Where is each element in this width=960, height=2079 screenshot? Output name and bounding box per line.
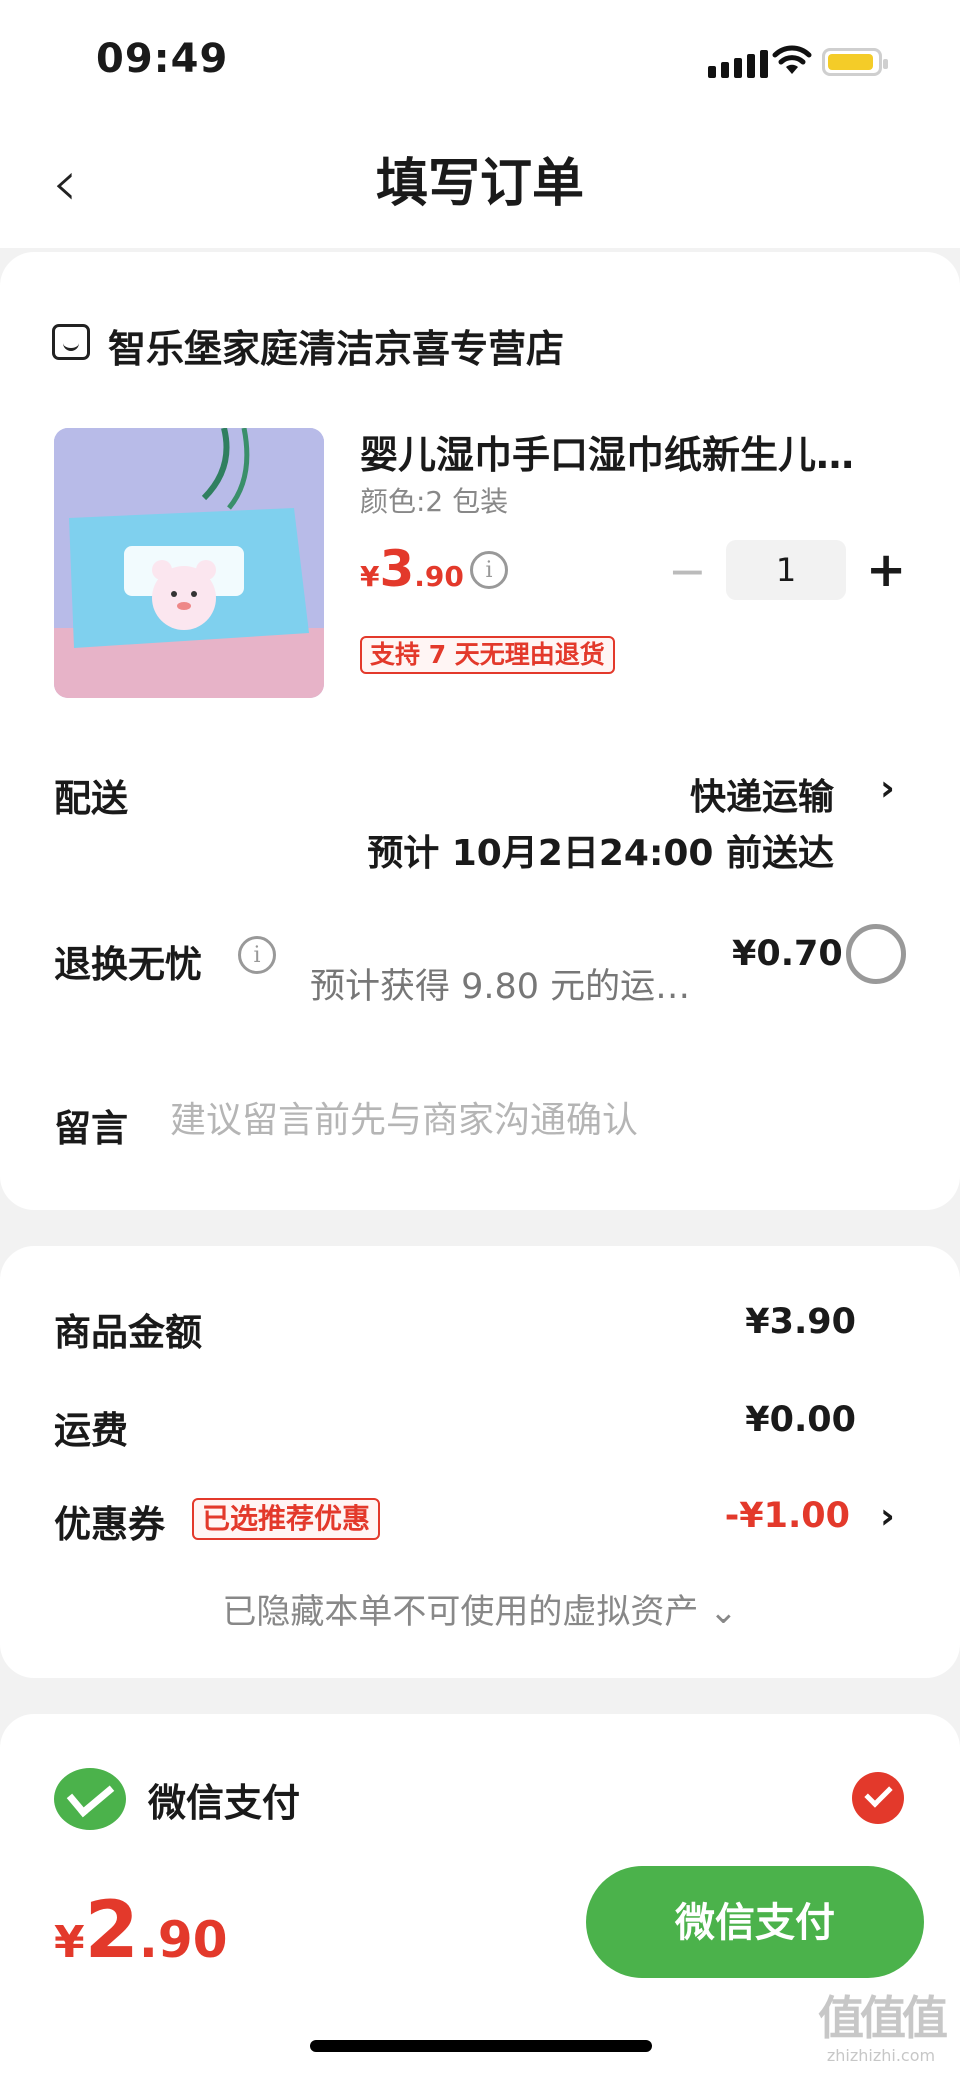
return-policy-badge: 支持 7 天无理由退货	[360, 636, 615, 674]
price-decimal: .90	[414, 560, 464, 593]
product-image[interactable]	[54, 428, 324, 698]
goods-amount-value: ¥3.90	[745, 1302, 856, 1342]
total-currency: ¥	[54, 1917, 85, 1968]
message-input[interactable]	[170, 1094, 890, 1146]
status-time: 09:49	[96, 36, 229, 82]
return-worry-price: ¥0.70	[732, 934, 843, 974]
quantity-plus-button[interactable]: +	[866, 540, 906, 600]
home-indicator[interactable]	[310, 2040, 652, 2052]
return-worry-label: 退换无忧	[54, 943, 202, 986]
return-worry-radio[interactable]	[846, 924, 906, 984]
total-decimal: .90	[138, 1911, 228, 1969]
watermark-logo: 值值值	[818, 1991, 948, 2045]
coupon-value[interactable]: -¥1.00	[725, 1496, 850, 1536]
watermark-url: zhizhizhi.com	[826, 2046, 936, 2065]
coupon-badge: 已选推荐优惠	[192, 1498, 381, 1540]
hidden-assets-toggle[interactable]: 已隐藏本单不可使用的虚拟资产 ⌄	[0, 1584, 960, 1633]
store-icon	[52, 324, 90, 360]
message-label: 留言	[54, 1107, 128, 1150]
coupon-label[interactable]: 优惠券	[54, 1494, 165, 1548]
payment-method-label[interactable]: 微信支付	[148, 1772, 300, 1827]
total-price: ¥2.90	[54, 1886, 227, 1976]
store-name[interactable]: 智乐堡家庭清洁京喜专营店	[108, 318, 564, 373]
return-worry-desc: 预计获得 9.80 元的运…	[310, 967, 691, 1007]
product-spec: 颜色:2 包装	[360, 485, 509, 518]
total-integer: 2	[84, 1886, 139, 1976]
signal-icon	[708, 50, 768, 78]
battery-icon	[822, 48, 888, 76]
quantity-value[interactable]: 1	[726, 540, 846, 600]
payment-selected-check-icon[interactable]	[852, 1772, 904, 1824]
product-price: ¥3.90	[360, 540, 464, 598]
shipping-eta: 预计 10月2日24:00 前送达	[367, 833, 834, 874]
product-title[interactable]: 婴儿湿巾手口湿巾纸新生儿…	[360, 424, 854, 479]
pay-button[interactable]: 微信支付	[586, 1866, 924, 1978]
price-info-icon[interactable]: i	[470, 551, 508, 589]
watermark: 值值值 zhizhizhi.com	[806, 1990, 956, 2066]
price-integer: 3	[379, 540, 415, 598]
quantity-minus-button[interactable]: −	[668, 548, 707, 594]
goods-amount-label: 商品金额	[54, 1311, 202, 1354]
chevron-right-icon[interactable]: ›	[880, 1496, 895, 1537]
shipping-label: 配送	[54, 777, 128, 820]
back-button[interactable]: ‹	[52, 146, 112, 222]
return-worry-info-icon[interactable]: i	[238, 936, 276, 974]
shipping-method[interactable]: 快递运输	[690, 768, 834, 820]
wechat-pay-icon	[54, 1768, 126, 1830]
freight-value: ¥0.00	[745, 1400, 856, 1440]
order-card	[0, 252, 960, 1210]
price-currency: ¥	[360, 560, 380, 593]
page-title: 填写订单	[375, 154, 584, 214]
freight-label: 运费	[54, 1409, 128, 1452]
chevron-right-icon[interactable]: ›	[880, 768, 895, 809]
wifi-icon	[772, 45, 812, 74]
